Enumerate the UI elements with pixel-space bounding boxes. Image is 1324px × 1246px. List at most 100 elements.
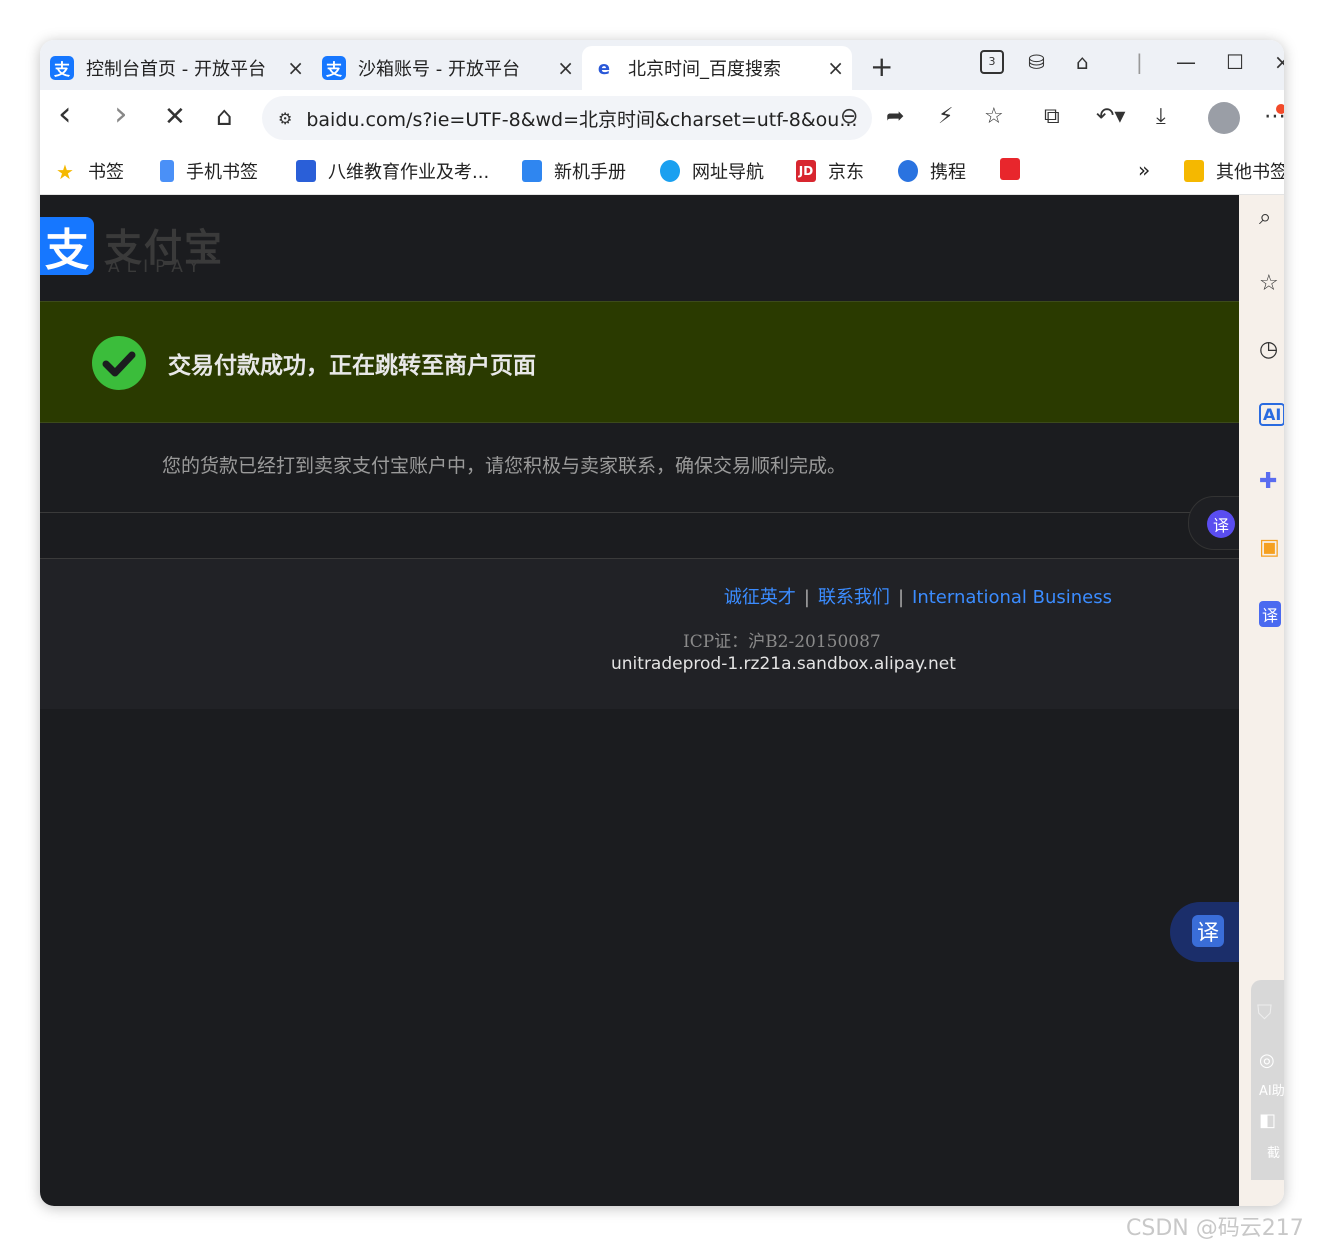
separator: |	[897, 587, 905, 608]
close-icon[interactable]: ×	[557, 56, 574, 80]
host-text: unitradeprod-1.rz21a.sandbox.alipay.net	[611, 654, 956, 674]
bookmark-label: 携程	[930, 162, 966, 183]
bookmark-label: 手机书签	[186, 162, 258, 183]
ai-icon[interactable]: AI	[1259, 403, 1284, 426]
bookmark-label: 京东	[828, 162, 864, 183]
document-icon	[296, 160, 316, 182]
star-icon[interactable]: ☆	[1259, 271, 1279, 296]
divider	[40, 512, 1239, 513]
browser-icon	[660, 160, 680, 182]
ai-assist-label: AI助	[1259, 1084, 1284, 1099]
alipay-logo-icon: 支	[40, 217, 94, 276]
bookmark-item[interactable]	[1000, 158, 1032, 180]
bookmark-label: 其他书签	[1216, 162, 1284, 183]
other-bookmarks[interactable]: 其他书签	[1184, 158, 1284, 184]
tab-label: 北京时间_百度搜索	[628, 59, 781, 80]
maximize-button[interactable]: ☐	[1226, 50, 1244, 74]
sub-message: 您的货款已经打到卖家支付宝账户中，请您积极与卖家联系，确保交易顺利完成。	[162, 455, 847, 477]
bookmark-label: 书签	[88, 162, 124, 183]
address-bar[interactable]: ⚙ baidu.com/s?ie=UTF-8&wd=北京时间&charset=u…	[262, 96, 872, 140]
site-info-icon[interactable]: ⚙	[278, 109, 292, 128]
avatar[interactable]	[1208, 102, 1240, 134]
browser-window: 支 控制台首页 - 开放平台 × 支 沙箱账号 - 开放平台 × e 北京时间_…	[40, 40, 1284, 1206]
logo-subtext: ALIPAY	[108, 257, 206, 277]
link-contact[interactable]: 联系我们	[818, 587, 890, 608]
separator: |	[803, 587, 810, 608]
close-icon[interactable]: ×	[827, 56, 844, 80]
bookmark-label: 八维教育作业及考...	[328, 162, 490, 183]
bookmark-label: 新机手册	[554, 162, 626, 183]
document-icon	[522, 160, 542, 182]
history-icon[interactable]: ◷	[1259, 337, 1278, 362]
bookmark-item[interactable]: 新机手册	[522, 158, 626, 184]
home-button[interactable]: ⌂	[216, 102, 233, 132]
tab-label: 沙箱账号 - 开放平台	[358, 59, 520, 80]
floating-translate-button[interactable]: 译	[1170, 902, 1240, 962]
folder-icon	[1184, 160, 1204, 182]
translate-button[interactable]: 译	[1188, 496, 1242, 550]
extensions-icon[interactable]: ⧉	[1044, 104, 1060, 129]
shield-icon[interactable]: ⛉	[1257, 1000, 1272, 1024]
footer: 诚征英才 | 联系我们 | International Business ICP证：沪B…	[40, 559, 1239, 709]
tab-baidu-search[interactable]: e 北京时间_百度搜索 ×	[582, 46, 852, 90]
bookmark-label: 网址导航	[692, 162, 764, 183]
link-careers[interactable]: 诚征英才	[724, 587, 796, 608]
tab-strip: 支 控制台首页 - 开放平台 × 支 沙箱账号 - 开放平台 × e 北京时间_…	[40, 40, 1284, 90]
incognito-icon[interactable]: ⛁	[1028, 50, 1045, 74]
bookmarks-overflow-button[interactable]: »	[1138, 158, 1150, 182]
screenshot-label: 截	[1267, 1146, 1281, 1161]
toolbox-icon[interactable]: ▣	[1259, 535, 1280, 560]
bookmark-item[interactable]: 携程	[898, 158, 966, 184]
forward-button[interactable]: ›	[114, 94, 128, 134]
close-icon[interactable]: ×	[287, 56, 304, 80]
side-panel: ⌕ ☆ ◷ AI ✚ ▣ 译 ⛉ ◎ AI助 ◧ 截	[1239, 195, 1284, 1206]
bookmark-item[interactable]: ★ 书签	[56, 158, 124, 184]
watermark: CSDN @码云217	[1126, 1216, 1304, 1241]
minimize-button[interactable]: —	[1176, 50, 1196, 74]
bookmark-item[interactable]: 网址导航	[660, 158, 764, 184]
bookmarks-bar: ★ 书签 手机书签 八维教育作业及考... 新机手册 网址导航 JD 京东 携程	[40, 148, 1284, 195]
bookmark-item[interactable]: 手机书签	[160, 158, 258, 184]
success-banner: 交易付款成功，正在跳转至商户页面	[40, 301, 1239, 423]
tab-console-home[interactable]: 支 控制台首页 - 开放平台 ×	[40, 46, 312, 90]
tab-sandbox-account[interactable]: 支 沙箱账号 - 开放平台 ×	[312, 46, 582, 90]
star-icon: ★	[56, 160, 74, 184]
icp-text: ICP证：沪B2-20150087	[683, 632, 881, 652]
zoom-out-icon[interactable]: ⊖	[840, 104, 858, 129]
alipay-icon: 支	[50, 56, 74, 80]
footer-links: 诚征英才 | 联系我们 | International Business	[40, 583, 1112, 609]
bookmark-item[interactable]: 八维教育作业及考...	[296, 158, 489, 184]
shop-icon	[1000, 158, 1020, 180]
back-button[interactable]: ‹	[58, 94, 72, 134]
close-window-button[interactable]: ×	[1274, 50, 1284, 74]
check-icon	[92, 336, 146, 390]
success-message: 交易付款成功，正在跳转至商户页面	[168, 352, 536, 379]
tab-count-icon[interactable]: 3	[980, 50, 1004, 74]
browser-icon: e	[597, 57, 611, 79]
toolbar: ‹ › ✕ ⌂ ⚙ baidu.com/s?ie=UTF-8&wd=北京时间&c…	[40, 90, 1284, 148]
undo-icon[interactable]: ↶▾	[1096, 104, 1125, 129]
page-content: 支 支付宝 ALIPAY 交易付款成功，正在跳转至商户页面 您的货款已经打到卖家…	[40, 195, 1242, 1206]
bookmark-item[interactable]: JD 京东	[796, 158, 864, 184]
shirt-icon[interactable]: ⌂	[1076, 50, 1089, 74]
translate-icon: 译	[1192, 915, 1224, 947]
url-text[interactable]: baidu.com/s?ie=UTF-8&wd=北京时间&charset=utf…	[306, 105, 857, 132]
translate-icon: 译	[1207, 510, 1235, 538]
translate-icon[interactable]: 译	[1259, 601, 1282, 627]
divider: |	[1136, 50, 1143, 74]
lightning-icon[interactable]: ⚡	[938, 104, 953, 129]
stop-button[interactable]: ✕	[164, 102, 186, 132]
alipay-icon: 支	[322, 56, 346, 80]
jd-icon: JD	[796, 160, 816, 182]
tab-label: 控制台首页 - 开放平台	[86, 59, 266, 80]
ai-assist-icon[interactable]: ◎	[1259, 1050, 1275, 1071]
share-icon[interactable]: ➦	[886, 104, 904, 129]
download-icon[interactable]: ⤓	[1156, 104, 1166, 129]
ctrip-icon	[898, 160, 918, 182]
link-international[interactable]: International Business	[912, 587, 1112, 608]
new-tab-button[interactable]: +	[870, 50, 893, 83]
screenshot-icon[interactable]: ◧	[1259, 1110, 1276, 1131]
star-icon[interactable]: ☆	[984, 104, 1004, 129]
search-icon[interactable]: ⌕	[1259, 205, 1271, 230]
game-icon[interactable]: ✚	[1259, 469, 1277, 494]
